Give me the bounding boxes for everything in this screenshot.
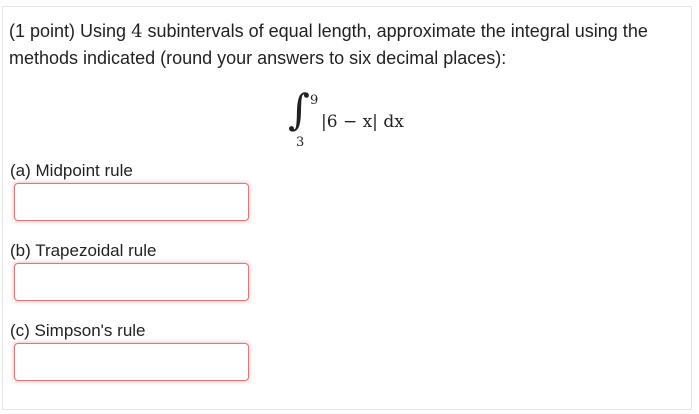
problem-container: (1 point) Using 4 subintervals of equal …	[2, 6, 692, 410]
trapezoidal-answer-input[interactable]	[14, 263, 249, 301]
simpson-label: (c) Simpson's rule	[10, 321, 146, 340]
integrand: |6 − x| dx	[321, 112, 404, 132]
upper-limit: 9	[310, 93, 319, 108]
intro-prefix: (1 point) Using	[9, 21, 132, 41]
midpoint-label: (a) Midpoint rule	[10, 161, 133, 180]
subinterval-count: 4	[131, 21, 143, 42]
lower-limit: 3	[296, 135, 305, 150]
trapezoidal-label: (b) Trapezoidal rule	[10, 241, 157, 260]
midpoint-answer-input[interactable]	[14, 183, 249, 221]
simpson-answer-input[interactable]	[14, 343, 249, 381]
integral-expression: ∫ 9 3 |6 − x| dx	[288, 87, 428, 157]
problem-statement: (1 point) Using 4 subintervals of equal …	[9, 18, 679, 71]
integral-sign: ∫	[288, 85, 310, 134]
